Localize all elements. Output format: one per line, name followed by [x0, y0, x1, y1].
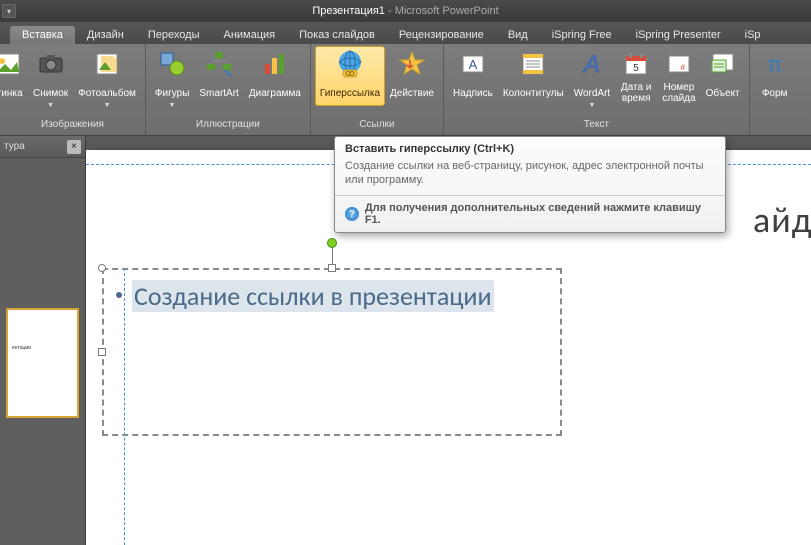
group-text: A Надпись Колонтитулы A WordArt ▼ 5 Дата…	[444, 44, 750, 135]
slidenumber-button[interactable]: # Номер слайда	[657, 46, 700, 106]
globe-link-icon	[334, 48, 366, 80]
chevron-down-icon: ▼	[47, 102, 54, 109]
group-symbols: π Форм	[750, 44, 782, 135]
smartart-icon	[203, 48, 235, 80]
wordart-button[interactable]: A WordArt ▼	[569, 46, 616, 111]
action-icon	[396, 48, 428, 80]
help-icon: ?	[345, 207, 359, 221]
title-sep: -	[385, 5, 395, 17]
tab-ispring-cut[interactable]: iSp	[733, 26, 773, 44]
svg-text:#: #	[680, 63, 685, 72]
svg-text:5: 5	[633, 63, 639, 74]
resize-handle-nw[interactable]	[98, 264, 106, 272]
window-title: Презентация1 - Microsoft PowerPoint	[312, 5, 498, 17]
rotation-handle[interactable]	[327, 238, 337, 248]
object-icon	[707, 48, 739, 80]
action-button[interactable]: Действие	[385, 46, 439, 106]
thumbnails-header: тура ×	[0, 136, 85, 158]
svg-text:A: A	[582, 51, 600, 78]
app-name: Microsoft PowerPoint	[395, 5, 499, 17]
resize-handle-w[interactable]	[98, 348, 106, 356]
ribbon-tabs: Вставка Дизайн Переходы Анимация Показ с…	[0, 22, 811, 44]
hyperlink-button[interactable]: Гиперссылка	[315, 46, 385, 106]
group-links: Гиперссылка Действие Ссылки	[311, 44, 444, 135]
tab-design[interactable]: Дизайн	[75, 26, 136, 44]
slide-thumbnail-1[interactable]: ентации	[6, 308, 79, 418]
photoalbum-icon	[91, 48, 123, 80]
ribbon: ртинка Снимок ▼ Фотоальбом ▼ Изображения…	[0, 44, 811, 136]
svg-text:A: A	[469, 57, 478, 72]
picture-button[interactable]: ртинка	[0, 46, 28, 106]
doc-name: Презентация1	[312, 5, 385, 17]
equation-button[interactable]: π Форм	[754, 46, 796, 106]
picture-icon	[0, 48, 23, 80]
quick-access-toolbar: ▾	[0, 0, 16, 22]
group-label-symbols	[754, 119, 778, 135]
tooltip-footer-text: Для получения дополнительных сведений на…	[365, 202, 715, 226]
resize-handle-n[interactable]	[328, 264, 336, 272]
bullet-icon	[116, 292, 122, 298]
wordart-icon: A	[576, 48, 608, 80]
tab-ispring-presenter[interactable]: iSpring Presenter	[624, 26, 733, 44]
chevron-down-icon: ▼	[588, 102, 595, 109]
group-label-text: Текст	[448, 119, 745, 135]
chevron-down-icon: ▼	[104, 102, 111, 109]
title-placeholder-text[interactable]: айда	[753, 198, 811, 242]
guide-vertical	[124, 268, 125, 545]
tab-review[interactable]: Рецензирование	[387, 26, 496, 44]
object-button[interactable]: Объект	[701, 46, 745, 106]
group-illustrations: Фигуры ▼ SmartArt Диаграмма Иллюстрации	[146, 44, 311, 135]
calendar-icon: 5	[620, 48, 652, 80]
textbox-icon: A	[457, 48, 489, 80]
tab-animations[interactable]: Анимация	[211, 26, 287, 44]
hyperlink-tooltip: Вставить гиперссылку (Ctrl+K) Создание с…	[334, 136, 726, 233]
tab-ispring-free[interactable]: iSpring Free	[540, 26, 624, 44]
content-text[interactable]: Создание ссылки в презентации	[132, 280, 494, 312]
headerfooter-button[interactable]: Колонтитулы	[498, 46, 569, 106]
camera-icon	[35, 48, 67, 80]
chart-button[interactable]: Диаграмма	[244, 46, 306, 106]
rotation-stem	[332, 246, 333, 264]
group-label-images: Изображения	[4, 119, 141, 135]
title-bar: ▾ Презентация1 - Microsoft PowerPoint	[0, 0, 811, 22]
svg-text:π: π	[767, 52, 782, 77]
shapes-icon	[156, 48, 188, 80]
tab-transitions[interactable]: Переходы	[136, 26, 212, 44]
photoalbum-button[interactable]: Фотоальбом ▼	[73, 46, 141, 111]
chevron-down-icon: ▼	[169, 102, 176, 109]
tab-insert[interactable]: Вставка	[10, 26, 75, 44]
group-label-links: Ссылки	[315, 119, 439, 135]
textbox-button[interactable]: A Надпись	[448, 46, 498, 106]
tooltip-title: Вставить гиперссылку (Ctrl+K)	[335, 137, 725, 159]
chart-icon	[259, 48, 291, 80]
thumbnails-tab-label[interactable]: тура	[4, 141, 25, 152]
tooltip-body: Создание ссылки на веб-страницу, рисунок…	[335, 159, 725, 195]
slide-thumbnails-panel: тура × ентации	[0, 136, 86, 545]
tooltip-footer: ? Для получения дополнительных сведений …	[335, 195, 725, 232]
group-images: ртинка Снимок ▼ Фотоальбом ▼ Изображения	[0, 44, 146, 135]
headerfooter-icon	[517, 48, 549, 80]
pi-icon: π	[759, 48, 791, 80]
close-icon[interactable]: ×	[67, 140, 81, 154]
tab-view[interactable]: Вид	[496, 26, 540, 44]
shapes-button[interactable]: Фигуры ▼	[150, 46, 194, 111]
slidenumber-icon: #	[663, 48, 695, 80]
group-label-illustrations: Иллюстрации	[150, 119, 306, 135]
smartart-button[interactable]: SmartArt	[194, 46, 243, 106]
content-text-frame[interactable]: Создание ссылки в презентации	[102, 268, 562, 436]
screenshot-button[interactable]: Снимок ▼	[28, 46, 73, 111]
qat-customize-icon[interactable]: ▾	[2, 4, 16, 18]
datetime-button[interactable]: 5 Дата и время	[615, 46, 657, 106]
tab-slideshow[interactable]: Показ слайдов	[287, 26, 387, 44]
thumb-text: ентации	[12, 345, 31, 351]
